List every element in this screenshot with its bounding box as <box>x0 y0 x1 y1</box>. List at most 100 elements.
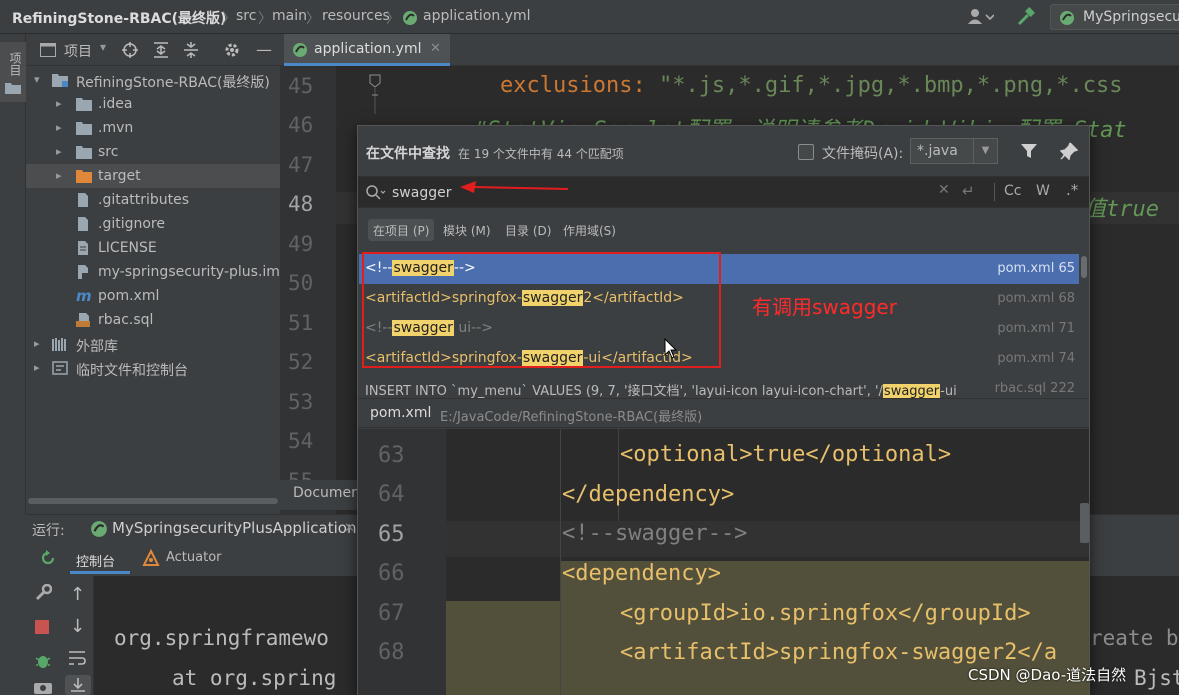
project-tool-button[interactable]: 项目 <box>0 42 26 102</box>
scrollbar-thumb[interactable] <box>28 498 278 504</box>
chevron-down-icon[interactable]: ▼ <box>973 139 997 163</box>
chevron-right-icon[interactable]: ▸ <box>34 338 46 350</box>
tree-item-gitattributes[interactable]: .gitattributes <box>26 188 280 212</box>
tree-item-label: .mvn <box>98 120 134 136</box>
scratches-icon <box>52 361 68 375</box>
line-number: 65 <box>378 522 405 547</box>
regex-toggle[interactable]: .* <box>1066 181 1078 199</box>
search-icon[interactable] <box>366 185 386 201</box>
camera-icon[interactable] <box>34 680 52 694</box>
arrow-down-icon[interactable]: ↓ <box>70 616 85 637</box>
breadcrumb-separator: 〉 <box>258 11 272 27</box>
stop-icon[interactable] <box>35 620 49 634</box>
tree-item-external-libraries[interactable]: ▸ 外部库 <box>26 332 280 356</box>
document-tab-label: Documen <box>293 485 361 501</box>
run-app-tab[interactable]: MySpringsecurityPlusApplication <box>112 519 356 537</box>
gear-icon[interactable] <box>224 42 240 58</box>
run-config-label: MySpringsecu <box>1083 9 1179 25</box>
spring-boot-icon <box>90 520 108 538</box>
line-number: 52 <box>288 350 314 374</box>
file-icon <box>76 217 92 231</box>
line-number: 47 <box>288 153 314 177</box>
chevron-down-icon[interactable]: ▾ <box>100 40 106 54</box>
scope-tab-module[interactable]: 模块 (M) <box>438 219 496 241</box>
chevron-right-icon[interactable]: ▸ <box>56 170 68 182</box>
tree-item-iml[interactable]: my-springsecurity-plus.im <box>26 260 280 284</box>
clear-icon[interactable]: ✕ <box>938 182 950 198</box>
newline-icon[interactable]: ↵ <box>962 182 975 200</box>
tree-item-target[interactable]: ▸ target <box>26 164 280 188</box>
pin-icon[interactable] <box>1060 142 1078 160</box>
tab-application-yml[interactable]: application.yml ✕ <box>284 34 450 66</box>
wrench-icon[interactable] <box>34 584 52 602</box>
rerun-icon[interactable] <box>40 550 56 566</box>
results-scrollbar[interactable] <box>1080 254 1088 396</box>
soft-wrap-icon[interactable] <box>68 650 86 666</box>
xml-line-66: <dependency> <box>562 561 721 586</box>
folder-icon <box>76 97 92 111</box>
line-number: 54 <box>288 429 314 453</box>
folder-icon <box>76 145 92 159</box>
chevron-right-icon[interactable]: ▸ <box>34 362 46 374</box>
tree-item-pom[interactable]: m pom.xml <box>26 284 280 308</box>
scope-tab-directory[interactable]: 目录 (D) <box>500 219 556 241</box>
run-config-selector[interactable]: MySpringsecu <box>1050 4 1179 30</box>
words-toggle[interactable]: W <box>1036 183 1050 199</box>
locate-icon[interactable] <box>122 42 138 58</box>
spring-file-icon <box>402 10 418 26</box>
tree-item-rbac-sql[interactable]: rbac.sql <box>26 308 280 332</box>
tree-item-root[interactable]: ▾ RefiningStone-RBAC(最终版) <box>26 68 280 92</box>
scope-tab-scope[interactable]: 作用域(S) <box>558 219 621 241</box>
arrow-up-icon[interactable]: ↑ <box>70 584 85 605</box>
project-panel-title[interactable]: 项目 <box>64 41 92 61</box>
find-dialog-title: 在文件中查找 <box>366 146 450 162</box>
tree-item-license[interactable]: LICENSE <box>26 236 280 260</box>
scroll-to-end-button[interactable] <box>65 675 91 695</box>
file-mask-checkbox[interactable] <box>798 144 814 160</box>
chevron-right-icon[interactable]: ▸ <box>56 122 68 134</box>
breadcrumb-file[interactable]: application.yml <box>423 8 531 24</box>
document-tab[interactable]: Documen <box>280 480 360 510</box>
chevron-right-icon[interactable]: ▸ <box>56 98 68 110</box>
file-mask-select[interactable]: *.java ▼ <box>910 138 998 164</box>
project-view-icon <box>40 43 56 57</box>
scope-tab-project[interactable]: 在项目 (P) <box>368 219 435 241</box>
navigation-bar: RefiningStone-RBAC(最终版) 〉 src 〉 main 〉 r… <box>0 0 1179 34</box>
result-match: swagger <box>882 384 941 399</box>
tab-actuator[interactable]: Actuator <box>166 550 222 565</box>
line-number: 64 <box>378 482 405 507</box>
scrollbar-thumb[interactable] <box>1081 256 1087 278</box>
preview-editor[interactable]: 63 64 65 66 67 68 <optional>true</option… <box>358 429 1089 695</box>
chevron-down-icon[interactable]: ▾ <box>34 74 46 86</box>
fold-marker-icon[interactable] <box>368 74 382 114</box>
xml-line-65: <!--swagger--> <box>562 521 748 546</box>
hide-panel-icon[interactable]: — <box>256 40 272 59</box>
tree-item-gitignore[interactable]: .gitignore <box>26 212 280 236</box>
tree-item-mvn[interactable]: ▸ .mvn <box>26 116 280 140</box>
build-hammer-icon[interactable] <box>1016 7 1036 27</box>
user-icon[interactable] <box>968 8 994 26</box>
horizontal-scrollbar[interactable] <box>26 496 280 506</box>
expand-all-icon[interactable] <box>154 42 168 58</box>
file-mask-value: *.java <box>917 143 958 159</box>
debug-bug-icon[interactable] <box>34 652 52 670</box>
preview-scrollbar-thumb[interactable] <box>1080 503 1089 543</box>
match-case-toggle[interactable]: Cc <box>1004 183 1021 199</box>
line-number: 63 <box>378 443 405 468</box>
tree-item-scratches[interactable]: ▸ 临时文件和控制台 <box>26 356 280 380</box>
close-icon[interactable]: ✕ <box>430 41 441 56</box>
breadcrumb-src[interactable]: src <box>236 8 256 24</box>
breadcrumb-project[interactable]: RefiningStone-RBAC(最终版) <box>12 8 226 28</box>
chevron-right-icon[interactable]: ▸ <box>56 146 68 158</box>
annotation-note: 有调用swagger <box>752 295 897 319</box>
filter-icon[interactable] <box>1020 142 1038 160</box>
collapse-all-icon[interactable] <box>184 42 198 58</box>
console-line: at org.spring <box>172 666 337 690</box>
tree-item-src[interactable]: ▸ src <box>26 140 280 164</box>
project-panel: 项目 ▾ — ▾ RefiningStone-RBAC(最终版) ▸ .idea… <box>26 34 280 514</box>
tree-item-idea[interactable]: ▸ .idea <box>26 92 280 116</box>
breadcrumb-resources[interactable]: resources <box>322 8 390 24</box>
close-icon[interactable]: ✕ <box>344 521 355 536</box>
tab-console[interactable]: 控制台 <box>70 544 130 574</box>
breadcrumb-main[interactable]: main <box>272 8 307 24</box>
